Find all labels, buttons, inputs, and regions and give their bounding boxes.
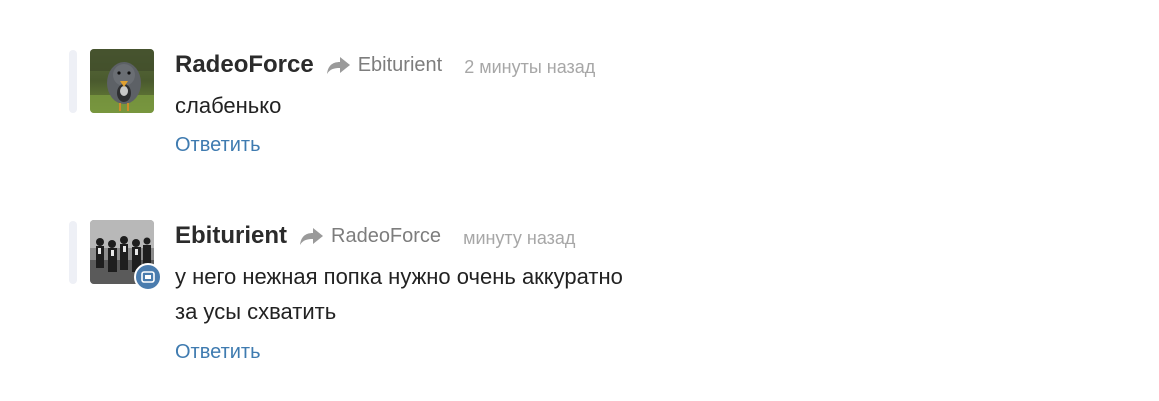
reply-to-user[interactable]: Ebiturient: [358, 54, 443, 77]
reply-arrow-icon: [326, 55, 352, 75]
comment-text-line: у него нежная попка нужно очень аккуратн…: [175, 264, 623, 289]
goose-photo-icon: [90, 49, 154, 113]
avatar[interactable]: [90, 49, 154, 113]
comment-thread: RadeoForce Ebiturient 2 минуты назад сла…: [0, 0, 1159, 401]
thread-indent-bar: [69, 50, 77, 113]
comment-text: слабенько: [175, 88, 281, 123]
comment-text: у него нежная попка нужно очень аккуратн…: [175, 259, 623, 329]
reply-button[interactable]: Ответить: [175, 341, 261, 364]
camera-badge-icon: [134, 263, 162, 291]
thread-indent-bar: [69, 221, 77, 284]
reply-arrow-icon: [299, 226, 325, 246]
comment-header: Ebiturient RadeoForce минуту назад: [175, 221, 575, 251]
reply-to-user[interactable]: RadeoForce: [331, 225, 441, 248]
author-name[interactable]: RadeoForce: [175, 51, 314, 79]
comment-header: RadeoForce Ebiturient 2 минуты назад: [175, 50, 595, 80]
comment-text-line: за усы схватить: [175, 299, 337, 324]
comment-text-line: слабенько: [175, 93, 282, 118]
author-name[interactable]: Ebiturient: [175, 222, 287, 250]
reply-button[interactable]: Ответить: [175, 134, 261, 157]
comment-timestamp[interactable]: 2 минуты назад: [464, 57, 595, 78]
comment-timestamp[interactable]: минуту назад: [463, 228, 575, 249]
